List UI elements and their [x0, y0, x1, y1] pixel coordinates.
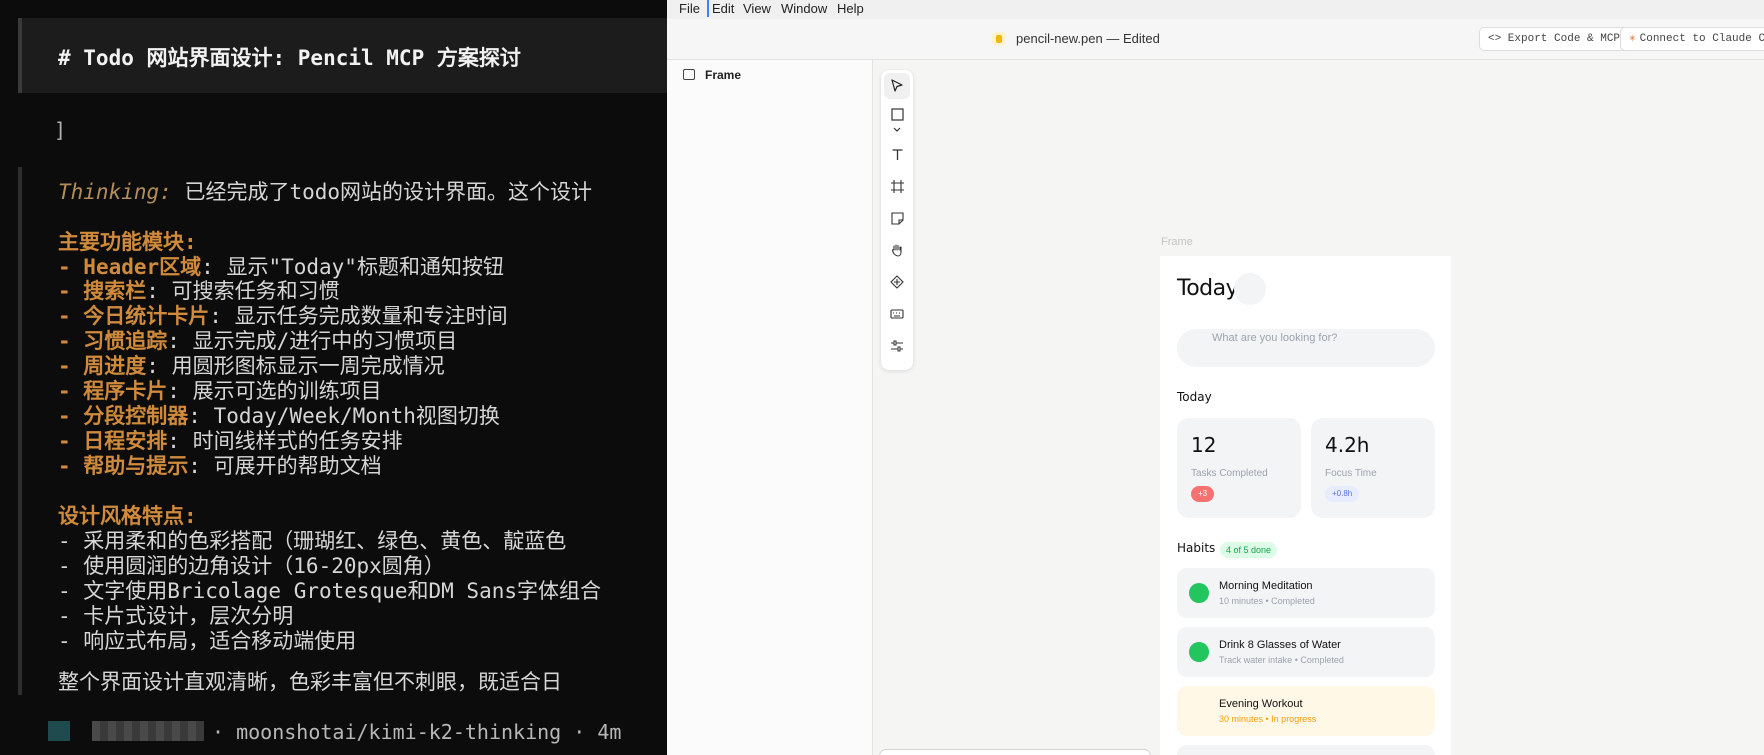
terminal-header: # Todo 网站界面设计: Pencil MCP 方案探讨: [18, 18, 667, 93]
menu-view[interactable]: View: [743, 0, 771, 17]
stat-value: 4.2h: [1325, 433, 1370, 457]
terminal-panel: # Todo 网站界面设计: Pencil MCP 方案探讨 ] Thinkin…: [0, 0, 667, 755]
tool-palette: [881, 70, 913, 370]
connect-claude-button[interactable]: ✳Connect to Claude Code: [1620, 27, 1764, 51]
model-info: · moonshotai/kimi-k2-thinking · 4m: [212, 720, 622, 744]
component-icon[interactable]: [887, 272, 907, 292]
closing-bracket: ]: [54, 118, 67, 142]
habit-name: Morning Meditation: [1219, 580, 1313, 592]
menu-file[interactable]: File: [679, 0, 700, 17]
cursor-icon[interactable]: [884, 73, 910, 99]
stat-card[interactable]: 4.2h Focus Time +0.8h: [1311, 418, 1435, 518]
stat-label: Tasks Completed: [1191, 468, 1268, 479]
document-title: pencil-new.pen — Edited: [1016, 31, 1160, 46]
text-icon[interactable]: [887, 144, 907, 164]
habit-item[interactable]: Morning Meditation 10 minutes • Complete…: [1177, 568, 1435, 618]
habit-complete-icon[interactable]: [1189, 583, 1209, 603]
sticky-note-icon[interactable]: [887, 208, 907, 228]
section-title-style: 设计风格特点:: [58, 504, 197, 529]
layer-item-frame[interactable]: Frame: [683, 68, 741, 82]
today-section-label: Today: [1177, 390, 1212, 404]
stat-delta-badge: +0.8h: [1325, 486, 1360, 502]
feature-line: - 搜索栏: 可搜索任务和习惯: [58, 279, 340, 303]
style-line: - 文字使用Bricolage Grotesque和DM Sans字体组合: [58, 579, 602, 603]
menu-help[interactable]: Help: [837, 0, 864, 17]
model-icon: [48, 721, 70, 741]
habits-section-label: Habits: [1177, 541, 1216, 555]
stat-delta-badge: +3: [1191, 486, 1215, 502]
style-line: - 使用圆润的边角设计（16-20px圆角）: [58, 554, 445, 578]
habit-item[interactable]: Evening Workout 30 minutes • In progress: [1177, 686, 1435, 736]
features-heading: 主要功能模块:: [58, 230, 197, 254]
summary-line: 整个界面设计直观清晰，色彩丰富但不刺眼，既适合日: [58, 670, 562, 694]
frame-layer-icon: [683, 69, 695, 80]
style-line: - 采用柔和的色彩搭配（珊瑚红、绿色、黄色、靛蓝色: [58, 529, 567, 553]
menu-bar: File Edit View Window Help: [667, 0, 1764, 19]
terminal-header-title: # Todo 网站界面设计: Pencil MCP 方案探讨: [58, 46, 521, 70]
feature-line: - 分段控制器: Today/Week/Month视图切换: [58, 404, 500, 428]
title-bar: pencil-new.pen — Edited <> Export Code &…: [667, 19, 1764, 60]
habit-subtitle: Track water intake • Completed: [1219, 655, 1344, 665]
style-line: - 卡片式设计，层次分明: [58, 604, 294, 628]
redacted-user: [92, 721, 204, 741]
menu-window[interactable]: Window: [781, 0, 827, 17]
stat-label: Focus Time: [1325, 468, 1377, 479]
feature-line: - 日程安排: 时间线样式的任务安排: [58, 429, 403, 453]
terminal-footer: · moonshotai/kimi-k2-thinking · 4m: [0, 716, 667, 746]
rectangle-icon[interactable]: [887, 104, 907, 124]
stat-value: 12: [1191, 433, 1217, 457]
feature-line: - 程序卡片: 展示可选的训练项目: [58, 379, 382, 403]
feature-line: - 今日统计卡片: 显示任务完成数量和专注时间: [58, 304, 508, 328]
habit-name: Drink 8 Glasses of Water: [1219, 639, 1341, 651]
frame-today-title[interactable]: Today: [1177, 276, 1239, 301]
thinking-text: 已经完成了todo网站的设计界面。这个设计: [171, 180, 593, 204]
thinking-label: Thinking:: [58, 180, 172, 204]
menu-edit[interactable]: Edit: [707, 0, 734, 17]
habit-item[interactable]: Drink 8 Glasses of Water Track water int…: [1177, 627, 1435, 677]
stat-card[interactable]: 12 Tasks Completed +3: [1177, 418, 1301, 518]
habit-subtitle: 10 minutes • Completed: [1219, 596, 1315, 606]
canvas-frame-label[interactable]: Frame: [1161, 236, 1193, 248]
keyboard-icon[interactable]: [887, 304, 907, 324]
hand-icon[interactable]: [887, 240, 907, 260]
habit-name: Evening Workout: [1219, 698, 1303, 710]
thinking-line: Thinking: 已经完成了todo网站的设计界面。这个设计: [58, 180, 592, 205]
pencil-file-icon: [992, 32, 1006, 46]
layer-item-label: Frame: [705, 68, 742, 82]
habit-subtitle: 30 minutes • In progress: [1219, 714, 1317, 724]
style-line: - 响应式布局，适合移动端使用: [58, 629, 357, 653]
chevron-down-icon[interactable]: [887, 123, 907, 137]
bottom-prompt-bar[interactable]: [879, 749, 1151, 755]
habit-item[interactable]: [1177, 745, 1435, 755]
sliders-icon[interactable]: [887, 336, 907, 356]
section-title-features: 主要功能模块:: [58, 230, 197, 255]
pencil-app-window: File Edit View Window Help pencil-new.pe…: [667, 0, 1764, 755]
design-frame[interactable]: Today What are you looking for? Today 12…: [1160, 256, 1451, 755]
frame-icon[interactable]: [887, 176, 907, 196]
claude-star-icon: ✳: [1629, 33, 1636, 45]
connect-claude-label: Connect to Claude Code: [1639, 33, 1764, 45]
habits-progress-badge: 4 of 5 done: [1220, 542, 1278, 558]
search-bar[interactable]: What are you looking for?: [1177, 329, 1435, 367]
feature-line: - 帮助与提示: 可展开的帮助文档: [58, 454, 382, 478]
search-placeholder: What are you looking for?: [1212, 332, 1338, 344]
style-heading: 设计风格特点:: [58, 504, 197, 528]
feature-line: - 习惯追踪: 显示完成/进行中的习惯项目: [58, 329, 458, 353]
feature-line: - Header区域: 显示"Today"标题和通知按钮: [58, 255, 504, 279]
feature-line: - 周进度: 用圆形图标显示一周完成情况: [58, 354, 445, 378]
notification-button[interactable]: [1234, 273, 1266, 305]
habit-complete-icon[interactable]: [1189, 642, 1209, 662]
export-code-button[interactable]: <> Export Code & MCP: [1479, 27, 1630, 51]
thinking-block: Thinking: 已经完成了todo网站的设计界面。这个设计 主要功能模块: …: [18, 167, 667, 695]
layers-panel: Frame: [667, 60, 873, 755]
